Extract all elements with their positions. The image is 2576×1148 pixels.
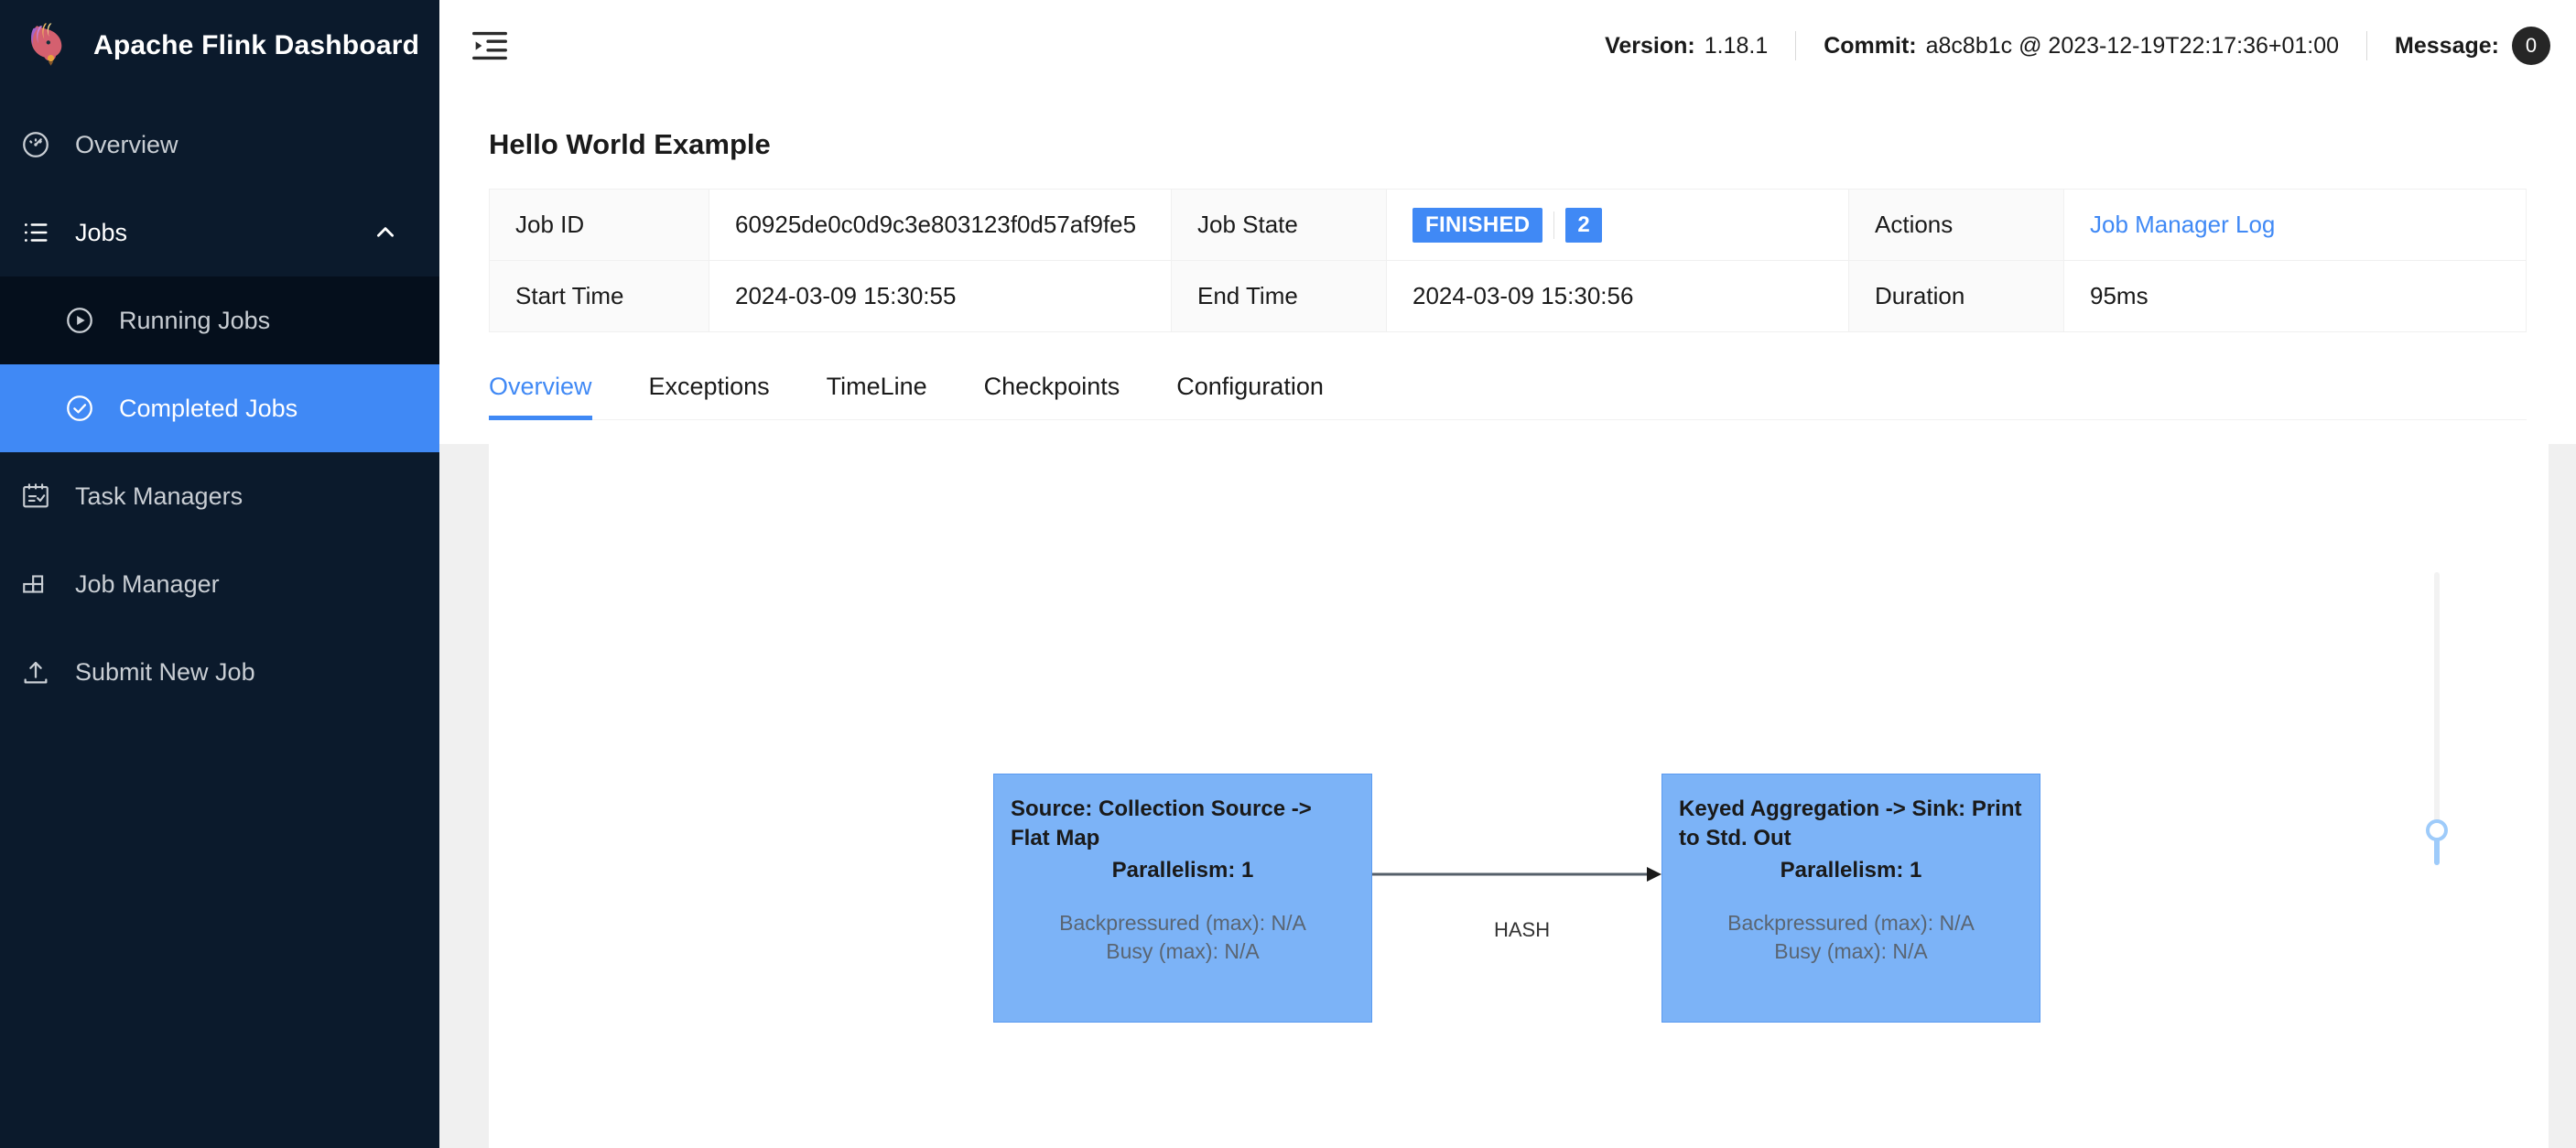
tab-exceptions[interactable]: Exceptions [649, 373, 770, 419]
sidebar-subitem-label: Running Jobs [119, 307, 270, 335]
actions-cell: Job Manager Log [2064, 190, 2527, 261]
graph-node-parallelism: Parallelism: 1 [1679, 858, 2023, 883]
graph-zoom-slider[interactable] [2426, 572, 2448, 865]
graph-node-backpressured: Backpressured (max): N/A [1011, 909, 1355, 937]
sidebar-item-label: Jobs [75, 219, 127, 247]
sidebar-item-completed-jobs[interactable]: Completed Jobs [0, 364, 439, 452]
sidebar-item-submit-new-job[interactable]: Submit New Job [0, 628, 439, 716]
duration-value: 95ms [2064, 261, 2527, 332]
sidebar-item-label: Task Managers [75, 482, 243, 511]
sidebar: Apache Flink Dashboard Overview [0, 0, 439, 1148]
graph-edge-arrow-icon [1372, 847, 1665, 902]
sidebar-item-running-jobs[interactable]: Running Jobs [0, 276, 439, 364]
job-id-label: Job ID [490, 190, 709, 261]
tab-configuration[interactable]: Configuration [1176, 373, 1324, 419]
graph-node-busy: Busy (max): N/A [1011, 937, 1355, 966]
cluster-blocks-icon [20, 569, 51, 600]
list-icon [20, 217, 51, 248]
sidebar-subitem-label: Completed Jobs [119, 395, 298, 423]
duration-label: Duration [1849, 261, 2064, 332]
zoom-slider-handle[interactable] [2426, 819, 2448, 841]
job-state-count-badge: 2 [1565, 208, 1601, 243]
divider [2366, 31, 2367, 60]
main-area: Version: 1.18.1 Commit: a8c8b1c @ 2023-1… [439, 0, 2576, 1148]
graph-node-backpressured: Backpressured (max): N/A [1679, 909, 2023, 937]
menu-fold-icon[interactable] [469, 25, 511, 67]
graph-node-source[interactable]: Source: Collection Source -> Flat Map Pa… [993, 774, 1372, 1023]
job-state-cell: FINISHED 2 [1387, 190, 1849, 261]
job-state-label: Job State [1172, 190, 1387, 261]
brand-title: Apache Flink Dashboard [93, 30, 419, 61]
commit-value: a8c8b1c @ 2023-12-19T22:17:36+01:00 [1926, 33, 2339, 60]
divider [1795, 31, 1796, 60]
job-tabs: Overview Exceptions TimeLine Checkpoints… [489, 373, 2527, 420]
sidebar-item-label: Overview [75, 131, 179, 159]
brand[interactable]: Apache Flink Dashboard [0, 0, 439, 92]
play-circle-icon [64, 305, 95, 336]
job-id-value: 60925de0c0d9c3e803123f0d57af9fe5 [709, 190, 1172, 261]
graph-node-title: Source: Collection Source -> Flat Map [1011, 795, 1355, 854]
sidebar-subnav-jobs: Running Jobs Completed Jobs [0, 276, 439, 452]
divider [1553, 211, 1554, 239]
version-label: Version: [1605, 33, 1695, 60]
graph-node-busy: Busy (max): N/A [1679, 937, 2023, 966]
graph-node-title: Keyed Aggregation -> Sink: Print to Std.… [1679, 795, 2023, 854]
job-manager-log-link[interactable]: Job Manager Log [2090, 211, 2275, 238]
start-time-value: 2024-03-09 15:30:55 [709, 261, 1172, 332]
tab-timeline[interactable]: TimeLine [827, 373, 927, 419]
table-row: Start Time 2024-03-09 15:30:55 End Time … [490, 261, 2527, 332]
graph-node-metrics: Backpressured (max): N/A Busy (max): N/A [1011, 909, 1355, 966]
job-info-table: Job ID 60925de0c0d9c3e803123f0d57af9fe5 … [489, 189, 2527, 332]
job-graph-canvas[interactable]: Source: Collection Source -> Flat Map Pa… [489, 444, 2549, 1148]
tab-overview[interactable]: Overview [489, 373, 592, 419]
content-panel: Hello World Example Job ID 60925de0c0d9c… [439, 92, 2576, 1148]
tab-checkpoints[interactable]: Checkpoints [984, 373, 1120, 419]
sidebar-item-job-manager[interactable]: Job Manager [0, 540, 439, 628]
page-title: Hello World Example [439, 92, 2576, 189]
table-row: Job ID 60925de0c0d9c3e803123f0d57af9fe5 … [490, 190, 2527, 261]
version-value: 1.18.1 [1705, 33, 1769, 60]
app-root: Apache Flink Dashboard Overview [0, 0, 2576, 1148]
graph-edge-label: HASH [1494, 918, 1550, 942]
status-badge: FINISHED [1412, 208, 1542, 243]
flink-squirrel-logo-icon [20, 19, 73, 72]
sidebar-item-label: Job Manager [75, 570, 220, 599]
job-graph-area: Source: Collection Source -> Flat Map Pa… [439, 444, 2576, 1148]
sidebar-item-label: Submit New Job [75, 658, 255, 687]
upload-icon [20, 656, 51, 688]
sidebar-item-overview[interactable]: Overview [0, 101, 439, 189]
topbar-info: Version: 1.18.1 Commit: a8c8b1c @ 2023-1… [1605, 27, 2550, 65]
check-circle-icon [64, 393, 95, 424]
sidebar-item-jobs[interactable]: Jobs [0, 189, 439, 276]
chevron-up-icon[interactable] [373, 221, 397, 244]
dashboard-gauge-icon [20, 129, 51, 160]
sidebar-nav: Overview Jobs [0, 92, 439, 1148]
end-time-value: 2024-03-09 15:30:56 [1387, 261, 1849, 332]
start-time-label: Start Time [490, 261, 709, 332]
message-count-badge[interactable]: 0 [2512, 27, 2550, 65]
message-label: Message: [2395, 33, 2499, 60]
graph-node-parallelism: Parallelism: 1 [1011, 858, 1355, 883]
end-time-label: End Time [1172, 261, 1387, 332]
topbar: Version: 1.18.1 Commit: a8c8b1c @ 2023-1… [439, 0, 2576, 92]
graph-node-sink[interactable]: Keyed Aggregation -> Sink: Print to Std.… [1661, 774, 2040, 1023]
sidebar-item-task-managers[interactable]: Task Managers [0, 452, 439, 540]
actions-label: Actions [1849, 190, 2064, 261]
task-calendar-icon [20, 481, 51, 512]
graph-node-metrics: Backpressured (max): N/A Busy (max): N/A [1679, 909, 2023, 966]
zoom-slider-fill [2434, 838, 2440, 865]
commit-label: Commit: [1824, 33, 1916, 60]
